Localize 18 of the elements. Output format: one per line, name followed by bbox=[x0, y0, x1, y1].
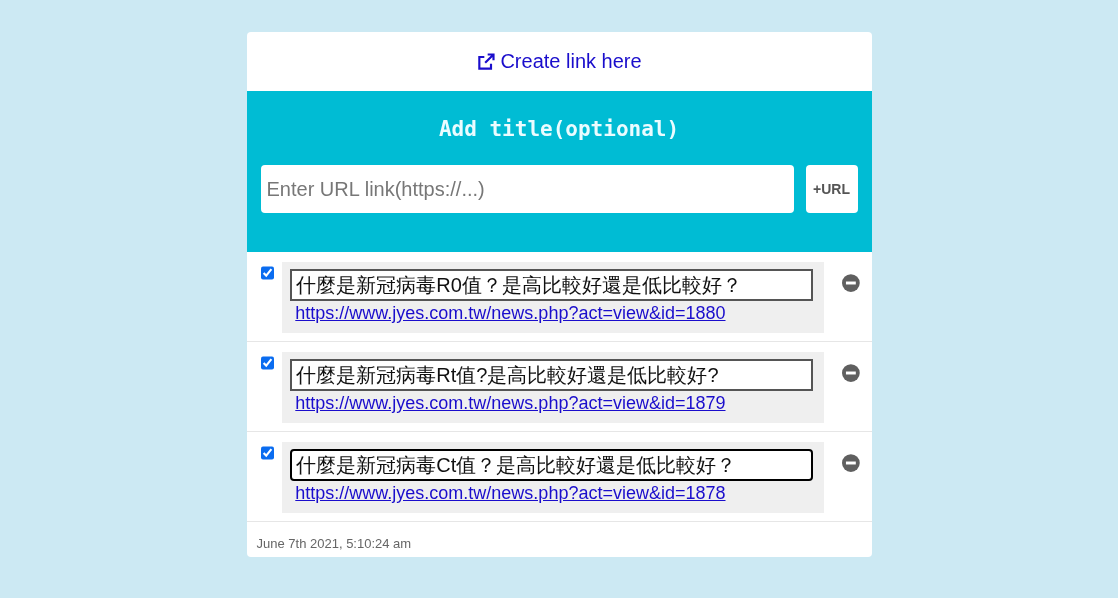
title-input-field[interactable]: 什麼是新冠病毒R0值？是高比較好還是低比較好？ bbox=[290, 269, 814, 301]
item-url-link[interactable]: https://www.jyes.com.tw/news.php?act=view&id=1880 bbox=[295, 303, 824, 324]
item-checkbox[interactable] bbox=[260, 446, 275, 460]
create-link[interactable]: Create link here bbox=[476, 50, 642, 73]
form-title: Add title(optional) bbox=[438, 117, 680, 141]
remove-icon[interactable] bbox=[841, 454, 860, 472]
add-url-button[interactable]: +URL bbox=[805, 165, 858, 213]
item-checkbox[interactable] bbox=[260, 356, 275, 370]
title-input-field[interactable]: 什麼是新冠病毒Rt值?是高比較好還是低比較好? bbox=[290, 359, 814, 391]
item-checkbox[interactable] bbox=[260, 266, 275, 280]
item-url-link[interactable]: https://www.jyes.com.tw/news.php?act=view&id=1879 bbox=[295, 393, 824, 414]
timestamp: June 7th 2021, 5:10:24 am bbox=[255, 535, 413, 551]
title-input-field[interactable]: 什麼是新冠病毒Ct值？是高比較好還是低比較好？ bbox=[290, 449, 814, 481]
remove-icon[interactable] bbox=[841, 274, 860, 292]
external-link-icon bbox=[476, 51, 497, 72]
remove-icon[interactable] bbox=[841, 364, 860, 382]
item-url-link[interactable]: https://www.jyes.com.tw/news.php?act=view&id=1878 bbox=[295, 483, 824, 504]
url-input-field[interactable]: Enter URL link(https://...) bbox=[260, 165, 794, 213]
